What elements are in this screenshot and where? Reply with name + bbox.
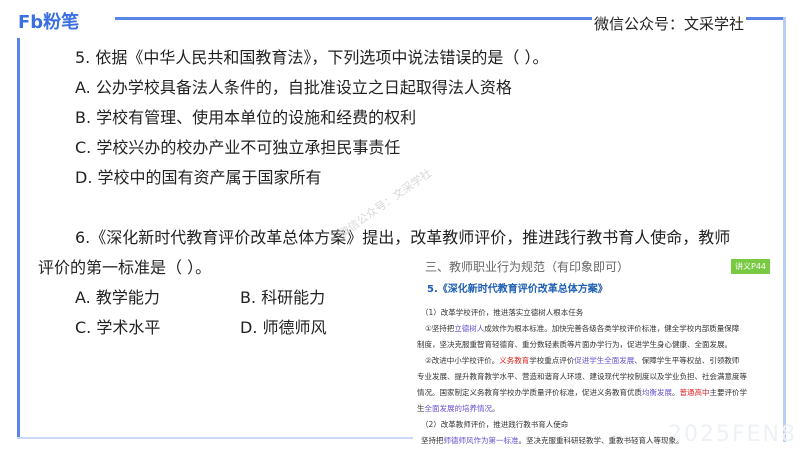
panel-line: 生全面发展的培养情况。: [417, 404, 500, 413]
panel-line: （1）改革学校评价，推进落实立德树人根本任务: [421, 308, 584, 317]
handout-excerpt: 2025FEN8 三、教师职业行为规范（有印象即可） 讲义P44 5.《深化新时…: [413, 252, 795, 447]
q6-option-a: A. 教学能力: [75, 288, 160, 307]
frame-left: [17, 38, 20, 438]
q5-option-a: A. 公办学校具备法人条件的，自批准设立之日起取得法人资格: [75, 78, 512, 97]
q5-option-d: D. 学校中的国有资产属于国家所有: [75, 168, 322, 187]
q6-option-d: D. 师德师风: [240, 318, 327, 337]
q5-option-c: C. 学校兴办的校办产业不可独立承担民事责任: [75, 138, 401, 157]
frame-bottom: [17, 437, 417, 439]
panel-line: 坚持把师德师风作为第一标准。坚决克服重科研轻教学、重教书轻育人等现象。: [421, 436, 684, 445]
panel-line: 情况。国家制定义务教育学校办学质量评价标准，促进义务教育优质均衡发展。普通高中主…: [417, 388, 747, 397]
panel-watermark: 2025FEN8: [668, 422, 797, 447]
panel-line: 专业发展、提升教育教学水平、营造和谐育人环境、建设现代学校制度以及学业负担、社会…: [417, 372, 747, 381]
q6-option-c: C. 学术水平: [75, 318, 161, 337]
panel-heading: 三、教师职业行为规范（有印象即可）: [425, 260, 630, 274]
q6-option-b: B. 科研能力: [240, 288, 326, 307]
q6-stem-line2: 评价的第一标准是（ ）。: [38, 258, 212, 277]
panel-line: 制度，坚决克服重智育轻德育、重分数轻素质等片面办学行为，促进学生身心健康、全面发…: [417, 340, 732, 349]
panel-line: ①坚持把立德树人成效作为根本标准。加快完善各级各类学校评价标准，健全学校内部质量…: [425, 324, 740, 333]
panel-line: （2）改革教师评价，推进践行教书育人使命: [421, 420, 569, 429]
q5-option-b: B. 学校有管理、使用本单位的设施和经费的权利: [75, 108, 417, 127]
panel-subtitle: 5.《深化新时代教育评价改革总体方案》: [427, 284, 608, 295]
handout-page-badge: 讲义P44: [731, 259, 771, 274]
fenbi-logo: Fb粉笔: [18, 12, 80, 33]
frame-right: [783, 17, 786, 442]
wechat-label: 微信公众号：文采学社: [592, 13, 747, 34]
q6-stem-line1: 6.《深化新时代教育评价改革总体方案》提出，改革教师评价，推进践行教书育人使命，…: [75, 228, 731, 247]
q5-stem: 5. 依据《中华人民共和国教育法》，下列选项中说法错误的是（ ）。: [75, 48, 549, 67]
panel-line: ②改进中小学校评价。义务教育学校重点评价促进学生全面发展、保障学生平等权益、引领…: [425, 356, 740, 365]
